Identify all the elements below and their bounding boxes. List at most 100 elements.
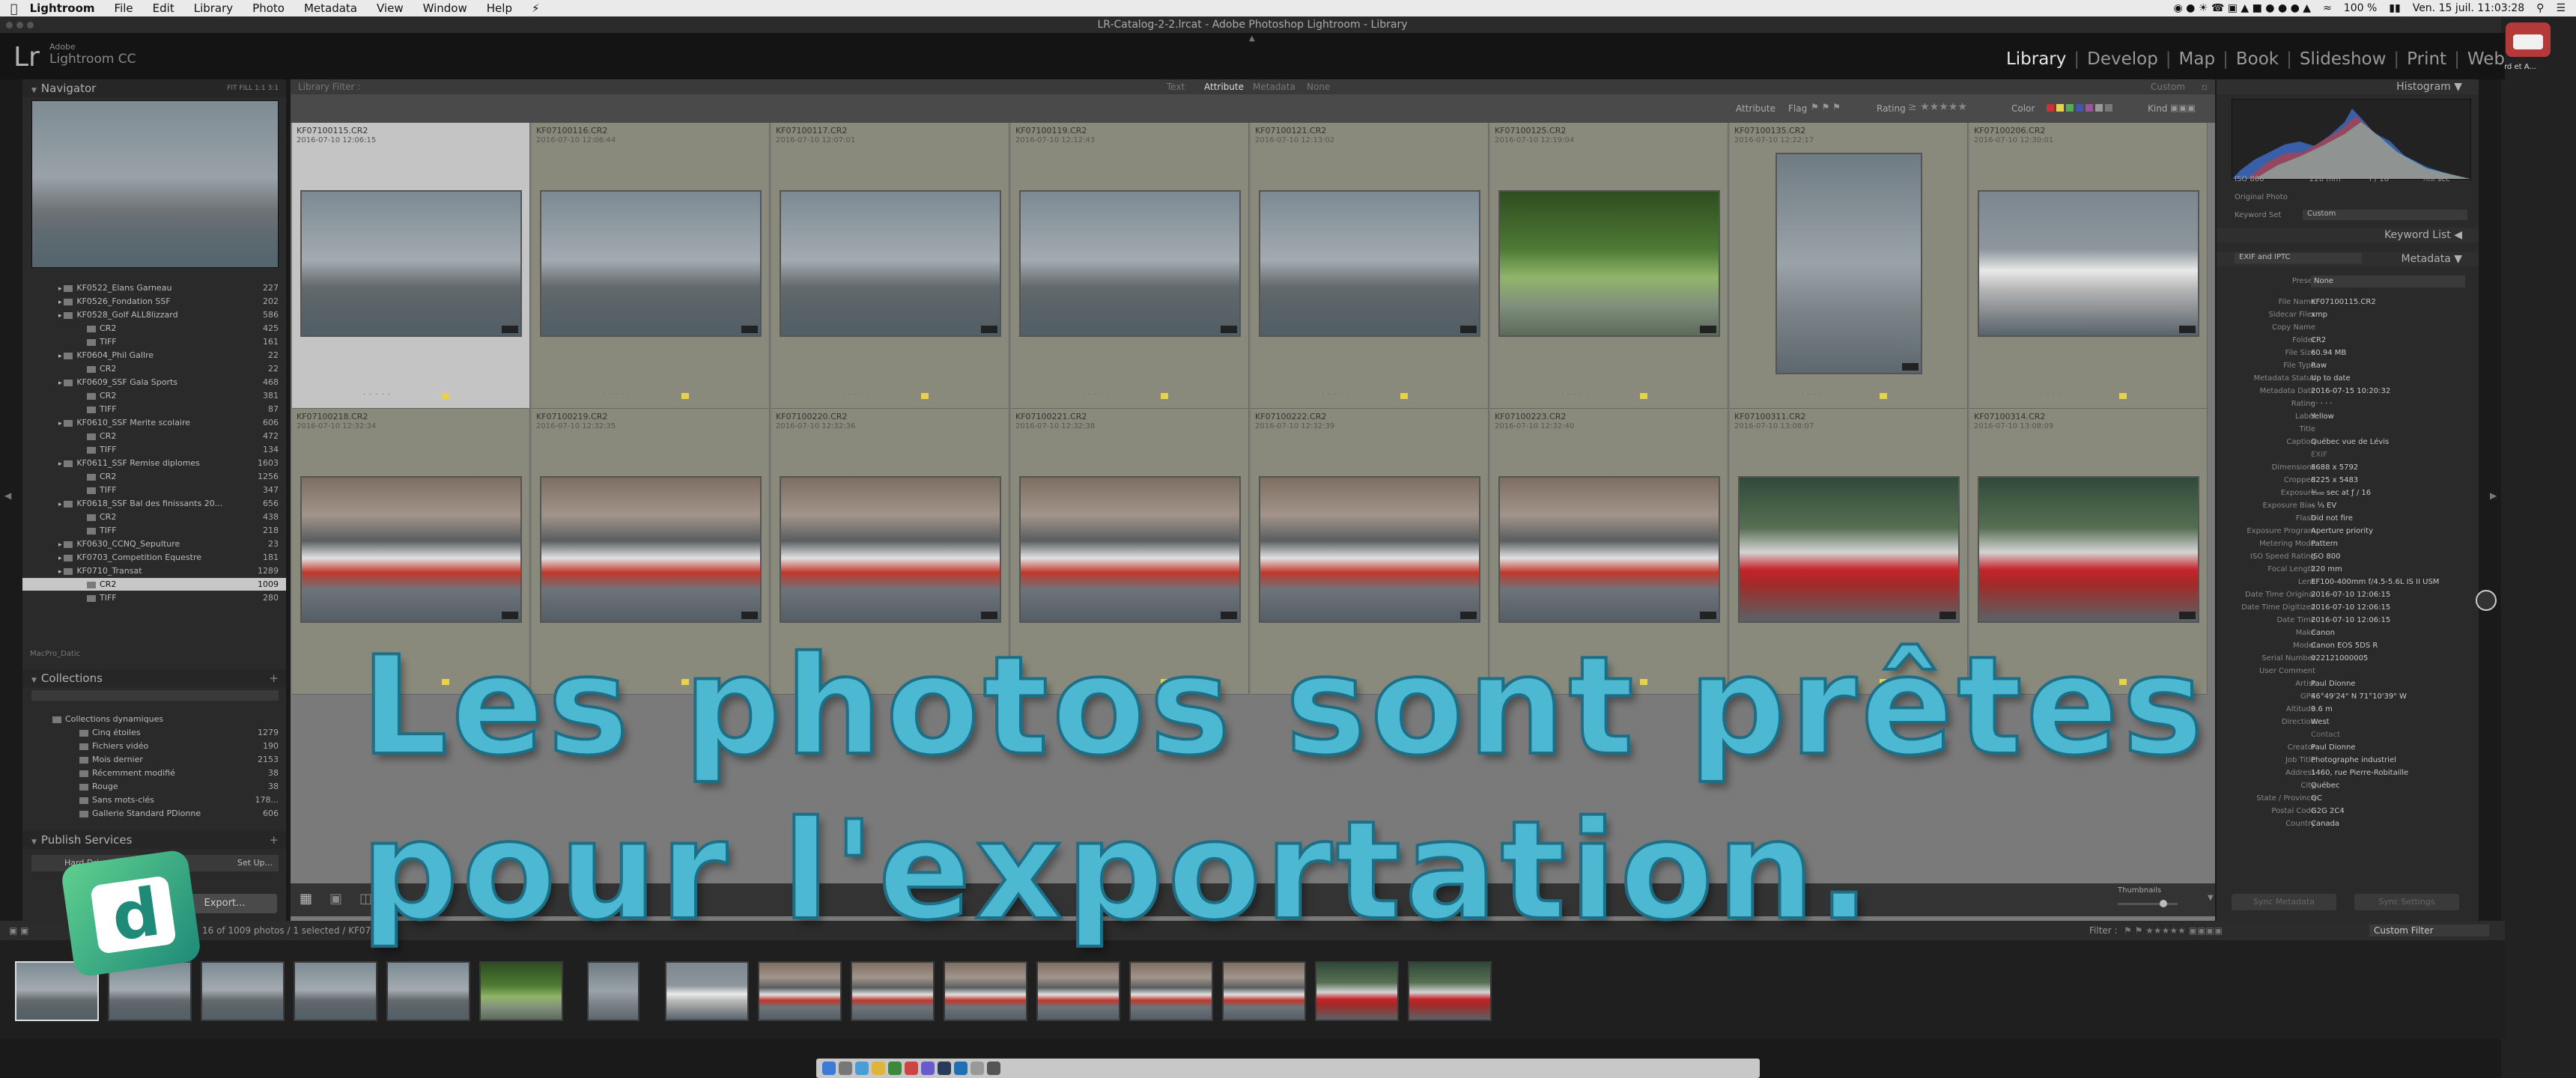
- metadata-value[interactable]: 2016-07-10 12:06:15: [2311, 615, 2390, 627]
- metadata-value[interactable]: 8688 x 5792: [2311, 462, 2358, 474]
- photo-thumbnail[interactable]: [1259, 476, 1480, 623]
- trash-icon[interactable]: [987, 1062, 1000, 1075]
- metadata-value[interactable]: KF07100115.CR2: [2311, 296, 2376, 308]
- color-label-yellow[interactable]: [2119, 393, 2127, 399]
- filmstrip-thumb[interactable]: [758, 961, 842, 1021]
- battery-icon[interactable]: ▮▮: [2389, 2, 2400, 14]
- star-rating[interactable]: ·····: [1561, 391, 1592, 399]
- folder-row[interactable]: ▸ KF0610_SSF Merite scolaire 606: [22, 416, 286, 429]
- folder-row[interactable]: CR2 438: [22, 511, 286, 523]
- publish-header[interactable]: ▼ Publish Services +: [22, 831, 286, 849]
- color-swatches[interactable]: [2047, 104, 2112, 112]
- photo-thumbnail[interactable]: [780, 190, 1001, 337]
- folder-row[interactable]: ▸ KF0604_Phil Gallre 22: [22, 349, 286, 362]
- metadata-value[interactable]: Photographe industriel: [2311, 755, 2396, 767]
- folder-row[interactable]: CR2 22: [22, 362, 286, 375]
- filmstrip-thumb[interactable]: [386, 961, 470, 1021]
- menu-app[interactable]: Lightroom: [30, 1, 95, 15]
- messages-icon[interactable]: [888, 1062, 902, 1075]
- thumbnail-size-slider[interactable]: [2118, 903, 2178, 905]
- filmstrip[interactable]: [0, 940, 2505, 1039]
- metadata-value[interactable]: Up to date: [2311, 373, 2351, 385]
- metadata-value[interactable]: Yellow: [2311, 411, 2334, 423]
- notes-icon[interactable]: [872, 1062, 885, 1075]
- lock-icon[interactable]: ▫: [2202, 79, 2208, 94]
- folder-row[interactable]: ▸ KF0710_Transat 1289: [22, 564, 286, 577]
- collection-item[interactable]: Sans mots-clés 178...: [22, 794, 286, 806]
- metadata-value[interactable]: xmp: [2311, 309, 2327, 321]
- folder-row[interactable]: ▸ KF0703_Competition Equestre 181: [22, 551, 286, 564]
- collection-item[interactable]: Mois dernier 2153: [22, 753, 286, 766]
- battery-percent[interactable]: 100 %: [2344, 2, 2377, 14]
- launchpad-icon[interactable]: [839, 1062, 852, 1075]
- folder-row[interactable]: CR2 1009: [22, 578, 286, 591]
- folder-row[interactable]: TIFF 218: [22, 524, 286, 537]
- disclosure-icon[interactable]: ▸: [58, 299, 64, 306]
- close-button[interactable]: [6, 22, 13, 28]
- folder-row[interactable]: CR2 425: [22, 322, 286, 335]
- photo-thumbnail[interactable]: [1259, 190, 1480, 337]
- loupe-view-icon[interactable]: ▣: [329, 891, 342, 907]
- disclosure-icon[interactable]: ▸: [58, 312, 64, 320]
- metadata-value[interactable]: CR2: [2311, 335, 2326, 347]
- metadata-value[interactable]: – ¹⁄₃ EV: [2311, 500, 2336, 512]
- grid-cell[interactable]: KF07100206.CR2 2016-07-10 12:30:01 ·····: [1969, 123, 2208, 409]
- metadata-value[interactable]: Pattern: [2311, 538, 2338, 550]
- folder-row[interactable]: CR2 1256: [22, 470, 286, 483]
- module-slideshow[interactable]: Slideshow: [2300, 49, 2387, 69]
- filmstrip-thumb[interactable]: [665, 961, 749, 1021]
- keyword-set-select[interactable]: Custom: [2303, 210, 2467, 220]
- apple-icon[interactable]: : [10, 1, 18, 16]
- color-label-yellow[interactable]: [1880, 393, 1887, 399]
- metadata-value[interactable]: 2016-07-15 10:20:32: [2311, 386, 2390, 398]
- photo-thumbnail[interactable]: [300, 190, 522, 337]
- minimize-button[interactable]: [16, 22, 23, 28]
- menu-photo[interactable]: Photo: [252, 1, 285, 15]
- metadata-value[interactable]: West: [2311, 716, 2330, 728]
- toolbar-menu-icon[interactable]: ▼: [2208, 894, 2214, 902]
- metadata-value[interactable]: EF100-400mm f/4.5-5.6L IS II USM: [2311, 576, 2439, 588]
- clock[interactable]: Ven. 15 juil. 11:03:28: [2413, 2, 2524, 14]
- left-panel-toggle-icon[interactable]: ◀: [4, 490, 11, 501]
- filmstrip-thumb[interactable]: [1036, 961, 1120, 1021]
- filmstrip-thumb[interactable]: [1129, 961, 1213, 1021]
- metadata-value[interactable]: Did not fire: [2311, 513, 2353, 525]
- star-filter[interactable]: ≥ ★★★★★: [1908, 101, 1967, 113]
- metadata-value[interactable]: 60.94 MB: [2311, 347, 2346, 359]
- folder-row[interactable]: ▸ KF0528_Golf ALL8lizzard 586: [22, 308, 286, 321]
- folder-row[interactable]: TIFF 87: [22, 403, 286, 415]
- menu-file[interactable]: File: [115, 1, 133, 15]
- metadata-value[interactable]: G2G 2C4: [2311, 806, 2345, 817]
- folder-row[interactable]: ▸ KF0618_SSF Bal des finissants 20... 656: [22, 497, 286, 510]
- metadata-value[interactable]: Canada: [2311, 818, 2339, 830]
- metadata-value[interactable]: 2016-07-10 12:06:15: [2311, 589, 2390, 601]
- sync-settings-button[interactable]: Sync Settings: [2354, 894, 2459, 910]
- metadata-value[interactable]: · · · · ·: [2311, 398, 2333, 410]
- filmstrip-thumb[interactable]: [1315, 961, 1399, 1021]
- filter-preset[interactable]: Custom: [2151, 79, 2185, 94]
- grid-cell[interactable]: KF07100125.CR2 2016-07-10 12:19:04 ·····: [1490, 123, 1728, 409]
- folder-row[interactable]: ▸ KF0609_SSF Gala Sports 468: [22, 376, 286, 389]
- navigator-preview[interactable]: [31, 100, 279, 268]
- module-develop[interactable]: Develop: [2087, 49, 2158, 69]
- star-rating[interactable]: ·····: [1322, 391, 1352, 399]
- collection-item[interactable]: Rouge 38: [22, 780, 286, 793]
- metadata-value[interactable]: 2016-07-10 12:06:15: [2311, 602, 2390, 614]
- filmstrip-thumb[interactable]: [1222, 961, 1306, 1021]
- module-book[interactable]: Book: [2236, 49, 2279, 69]
- photo-thumbnail[interactable]: [540, 476, 762, 623]
- metadata-value[interactable]: ISO 800: [2311, 551, 2340, 563]
- settings-icon[interactable]: [970, 1062, 984, 1075]
- metadata-value[interactable]: QC: [2311, 793, 2322, 805]
- metadata-value[interactable]: 46°49'24" N 71°10'39" W: [2311, 691, 2407, 703]
- collections-search[interactable]: [31, 690, 279, 701]
- grid-cell[interactable]: KF07100121.CR2 2016-07-10 12:13:02 ·····: [1251, 123, 1489, 409]
- grid-cell[interactable]: KF07100135.CR2 2016-07-10 12:22:17 ·····: [1730, 123, 1968, 409]
- disclosure-icon[interactable]: ▸: [58, 568, 64, 576]
- collection-group[interactable]: Collections dynamiques: [22, 713, 286, 725]
- disclosure-icon[interactable]: ▸: [58, 460, 64, 468]
- metadata-value[interactable]: 9.6 m: [2311, 704, 2333, 716]
- folder-row[interactable]: CR2 381: [22, 389, 286, 402]
- metadata-value[interactable]: Aperture priority: [2311, 526, 2373, 538]
- filmstrip-thumb[interactable]: [944, 961, 1027, 1021]
